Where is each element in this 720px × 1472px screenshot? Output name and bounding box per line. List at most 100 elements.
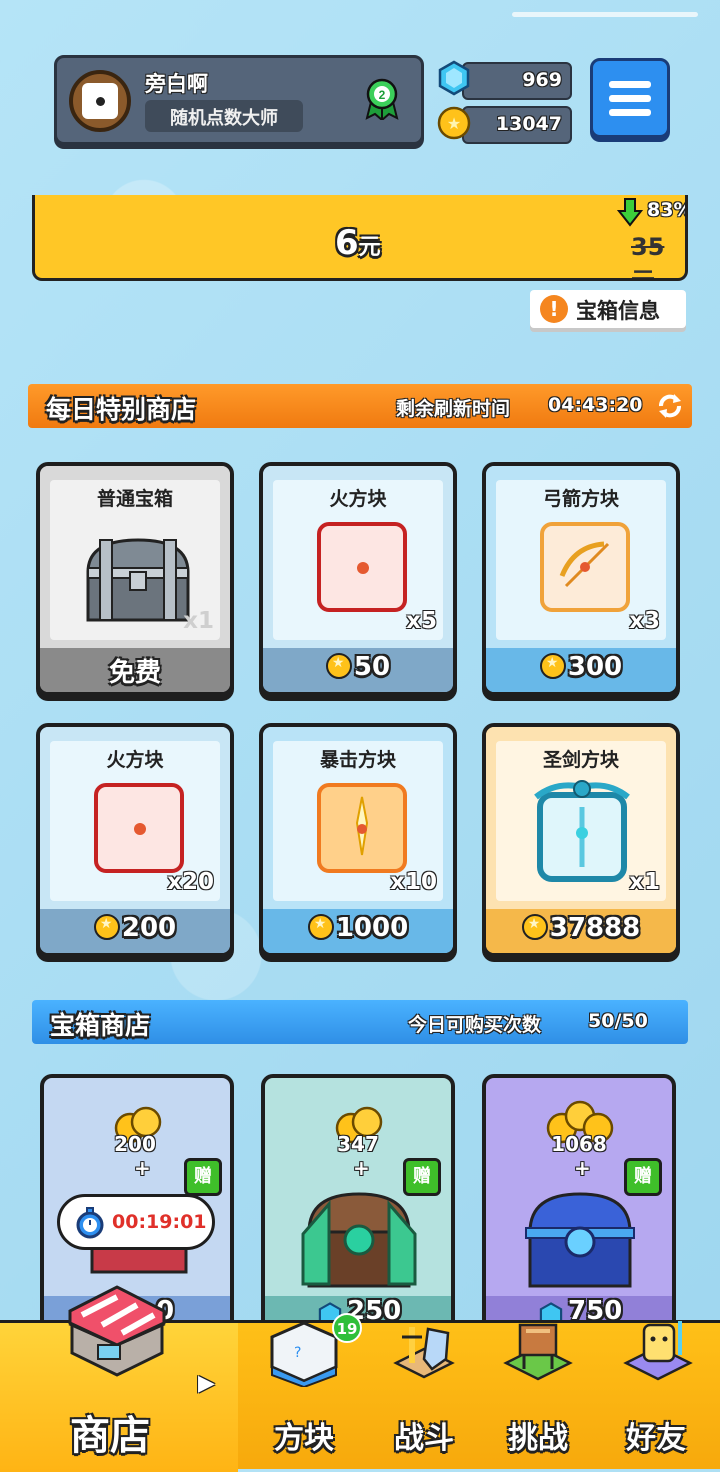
offer-price: 6元 <box>335 223 381 263</box>
offer-discount: 83% <box>647 199 688 221</box>
silver-chest-icon <box>86 538 190 622</box>
chest-coins: 200 <box>114 1132 156 1156</box>
sword-shield-icon <box>393 1327 455 1379</box>
profile-card[interactable]: 旁白啊 随机点数大师 2 <box>54 55 424 145</box>
refresh-time: 04:43:20 <box>548 394 643 416</box>
chest-info-button[interactable]: ! 宝箱信息 <box>530 290 686 328</box>
nav-label: 商店 <box>70 1413 150 1459</box>
coin-icon <box>539 653 566 679</box>
coin-icon <box>325 653 352 679</box>
item-name: 普通宝箱 <box>96 488 173 510</box>
chest-card[interactable]: 347 + 赠 250 <box>261 1074 455 1334</box>
shop-item-card[interactable]: 火方块 x5 50 <box>259 462 457 696</box>
daily-shop-header: 每日特别商店 剩余刷新时间 04:43:20 <box>28 384 692 428</box>
purchase-limit-label: 今日可购买次数 <box>408 1014 542 1036</box>
item-name: 火方块 <box>106 749 164 771</box>
coin-icon <box>93 914 120 940</box>
avatar <box>69 70 131 132</box>
dice-dot <box>96 97 105 106</box>
shop-icon <box>68 1285 166 1377</box>
timer-text: 00:19:01 <box>112 1211 207 1233</box>
rank-level: 2 <box>379 88 386 102</box>
friend-character-icon <box>623 1321 693 1381</box>
shop-item-card[interactable]: 火方块 x20 200 <box>36 723 234 957</box>
item-price: 300 <box>567 652 623 682</box>
daily-shop-title: 每日特别商店 <box>46 395 197 424</box>
chest-card[interactable]: 1068 + 赠 750 <box>482 1074 676 1334</box>
nav-tab-friends[interactable]: 好友 <box>600 1321 720 1472</box>
item-qty: x1 <box>629 869 660 895</box>
fire-block-icon <box>94 783 184 873</box>
item-name: 暴击方块 <box>319 749 396 771</box>
challenge-sign-icon <box>503 1323 573 1381</box>
nav-tab-blocks[interactable]: ? 19 方块 <box>252 1313 362 1472</box>
shop-item-card[interactable]: 暴击方块 x10 1000 <box>259 723 457 957</box>
chest-coins: 1068 <box>551 1132 607 1156</box>
svg-text:?: ? <box>294 1345 301 1361</box>
dice-icon <box>82 83 118 119</box>
plus-sign: + <box>574 1156 591 1180</box>
item-price: 免费 <box>108 658 161 688</box>
plus-sign: + <box>353 1156 370 1180</box>
item-price: 200 <box>121 913 177 943</box>
item-qty: x3 <box>629 608 660 634</box>
plus-sign: + <box>134 1156 151 1180</box>
holy-sword-block-icon <box>534 780 630 882</box>
chest-info-label: 宝箱信息 <box>576 299 660 323</box>
rank-badge-icon[interactable]: 2 <box>363 78 401 120</box>
coin-count: 13047 <box>495 113 562 135</box>
info-icon: ! <box>540 295 568 323</box>
nav-label: 好友 <box>626 1421 686 1456</box>
special-offer-banner[interactable]: 6元 83% 35元 <box>32 195 688 281</box>
coin-icon: ★ <box>437 106 471 140</box>
nav-label: 战斗 <box>394 1421 454 1456</box>
player-title-box: 随机点数大师 <box>145 100 303 132</box>
menu-icon <box>609 81 651 88</box>
player-name: 旁白啊 <box>145 72 208 96</box>
gem-icon <box>438 60 470 96</box>
item-qty: x10 <box>390 869 437 895</box>
coin-icon <box>307 914 334 940</box>
item-price: 37888 <box>549 913 641 943</box>
critical-block-icon <box>317 783 407 873</box>
item-qty: x5 <box>406 608 437 634</box>
chest-coins: 347 <box>337 1132 379 1156</box>
nav-label: 挑战 <box>508 1421 568 1456</box>
nav-tab-battle[interactable]: 战斗 <box>368 1323 480 1472</box>
item-price: 1000 <box>335 913 409 943</box>
nav-tab-shop[interactable]: 商店 ▶ <box>0 1285 238 1472</box>
player-title: 随机点数大师 <box>170 108 278 129</box>
item-qty: x1 <box>183 608 214 634</box>
refresh-icon[interactable] <box>656 392 684 420</box>
coin-icon <box>521 914 548 940</box>
item-qty: x20 <box>167 869 214 895</box>
chest-timer: 00:19:01 <box>57 1194 215 1250</box>
purchase-limit-value: 50/50 <box>588 1010 648 1032</box>
offer-old-price: 35元 <box>631 233 665 281</box>
menu-button[interactable] <box>590 58 670 138</box>
gem-count: 969 <box>522 69 562 91</box>
play-arrow-icon: ▶ <box>198 1371 215 1396</box>
emerald-chest-icon <box>301 1192 417 1288</box>
bottom-nav: 商店 ▶ ? 19 方块 战斗 挑战 好友 <box>0 1285 720 1472</box>
shop-item-card[interactable]: 弓箭方块 x3 300 <box>482 462 680 696</box>
nav-label: 方块 <box>274 1421 334 1456</box>
item-name: 弓箭方块 <box>542 488 619 510</box>
arrow-down-icon <box>617 198 643 227</box>
item-name: 火方块 <box>329 488 387 510</box>
coin-counter[interactable]: 13047 <box>462 106 572 144</box>
fire-block-icon <box>317 522 407 612</box>
item-price: 50 <box>353 652 391 682</box>
refresh-label: 剩余刷新时间 <box>396 398 511 420</box>
shop-item-card[interactable]: 普通宝箱 x1 免费 <box>36 462 234 696</box>
blocks-badge: 19 <box>332 1313 362 1343</box>
shop-item-card[interactable]: 圣剑方块 x1 37888 <box>482 723 680 957</box>
item-name: 圣剑方块 <box>542 749 619 771</box>
bow-block-icon <box>540 522 630 612</box>
svg-text:★: ★ <box>447 114 461 133</box>
nav-tab-challenge[interactable]: 挑战 <box>484 1323 596 1472</box>
chest-shop-title: 宝箱商店 <box>50 1011 151 1040</box>
gem-counter[interactable]: 969 <box>462 62 572 100</box>
status-indicator <box>512 12 698 17</box>
stopwatch-icon <box>76 1207 104 1239</box>
